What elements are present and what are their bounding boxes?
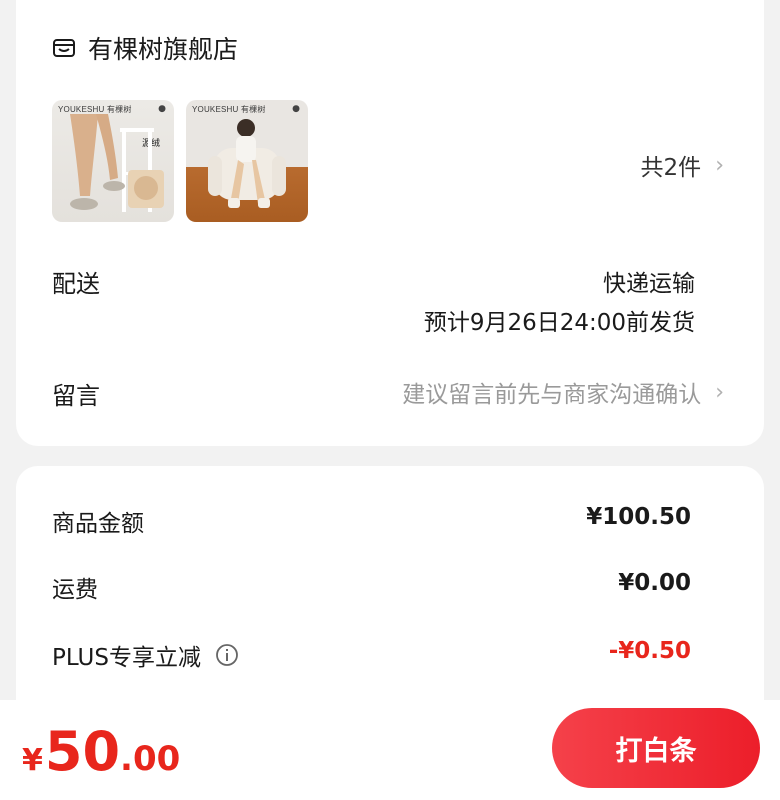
order-card: 有棵树旗舰店 YOUKESHU 有棵树 ● 源绒 YOUKESHU 有棵树 ● <box>16 0 764 446</box>
plus-discount-value: -¥0.50 <box>608 638 691 664</box>
info-icon[interactable] <box>215 643 239 667</box>
shipping-fee-label: 运费 <box>52 577 98 603</box>
chevron-right-icon: › <box>715 152 724 178</box>
product-thumbnail[interactable]: YOUKESHU 有棵树 ● 源绒 <box>52 100 174 222</box>
delivery-label: 配送 <box>52 270 100 298</box>
note-placeholder: 建议留言前先与商家沟通确认 <box>402 382 702 408</box>
total-price: ¥ 50 .00 <box>22 720 180 783</box>
note-label: 留言 <box>52 382 100 410</box>
shop-icon <box>53 39 75 57</box>
product-image-model <box>208 119 286 208</box>
product-image-tights <box>70 114 164 212</box>
store-name: 有棵树旗舰店 <box>88 35 239 64</box>
total-currency: ¥ <box>22 743 43 778</box>
item-count-link[interactable]: 共2件 › <box>641 148 724 182</box>
delivery-eta: 预计9月26日24:00前发货 <box>423 310 695 336</box>
store-header[interactable]: 有棵树旗舰店 <box>52 30 238 66</box>
plus-discount-label: PLUS专享立减 <box>52 645 201 671</box>
plus-discount-row: PLUS专享立减 <box>52 638 239 672</box>
goods-amount-value: ¥100.50 <box>586 504 691 530</box>
delivery-method: 快递运输 <box>603 271 695 297</box>
pay-button[interactable]: 打白条 <box>552 708 760 788</box>
goods-amount-label: 商品金额 <box>52 511 144 537</box>
item-count: 共2件 <box>640 155 702 181</box>
product-thumbnail[interactable]: YOUKESHU 有棵树 ● <box>186 100 308 222</box>
total-decimal: .00 <box>120 739 181 779</box>
shipping-fee-value: ¥0.00 <box>618 570 691 596</box>
total-integer: 50 <box>44 720 121 783</box>
note-input[interactable]: 建议留言前先与商家沟通确认 › <box>402 375 724 409</box>
chevron-right-icon: › <box>715 379 724 405</box>
checkout-bar: ¥ 50 .00 打白条 <box>0 700 780 800</box>
